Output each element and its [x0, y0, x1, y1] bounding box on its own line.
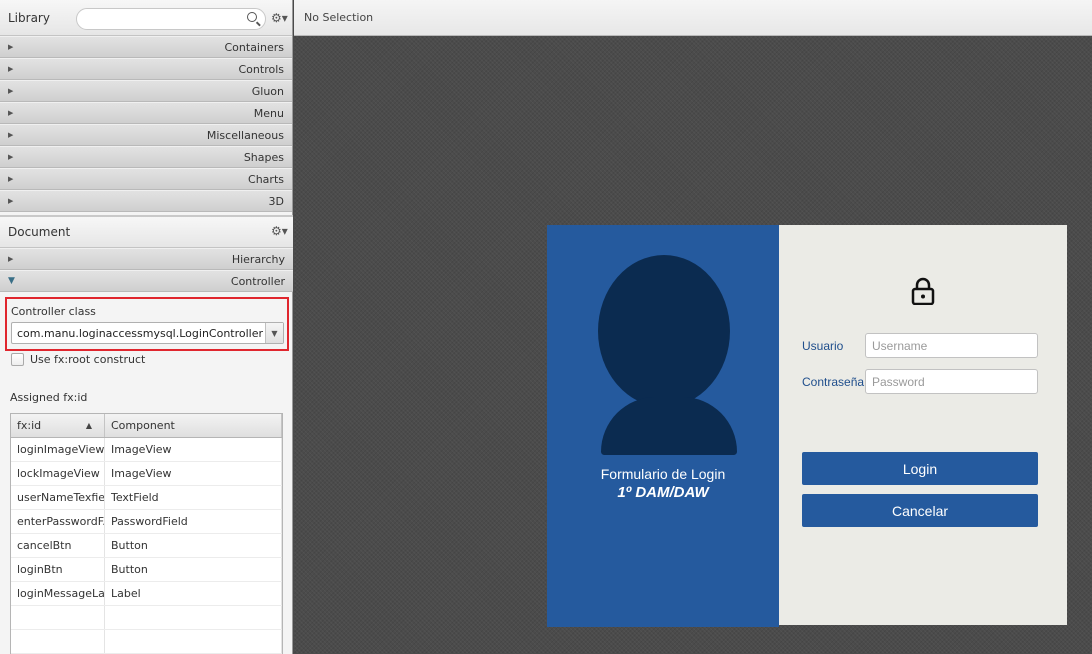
assigned-fxid-label: Assigned fx:id: [10, 391, 88, 404]
form-right-panel[interactable]: Usuario Username Contraseña Password Log…: [779, 225, 1067, 625]
library-gear-icon[interactable]: ⚙▾: [271, 11, 288, 25]
column-header-component[interactable]: Component: [105, 414, 282, 437]
expand-triangle-icon: ▶: [8, 255, 14, 263]
library-section-menu[interactable]: ▶ Menu: [0, 102, 292, 124]
chevron-down-icon[interactable]: ▼: [265, 323, 283, 343]
collapse-triangle-icon: ▼: [8, 276, 15, 286]
table-row[interactable]: cancelBtn Button: [11, 534, 282, 558]
fx-root-checkbox[interactable]: Use fx:root construct: [11, 353, 145, 366]
document-gear-icon[interactable]: ⚙▾: [271, 224, 288, 238]
expand-triangle-icon: ▶: [8, 197, 14, 205]
fxid-table: fx:id ▲ Component loginImageView ImageVie…: [10, 413, 283, 654]
sort-ascending-icon: ▲: [85, 421, 92, 430]
table-row[interactable]: userNameTexfieldTextField: [11, 486, 282, 510]
controller-class-combobox[interactable]: com.manu.loginaccessmysql.LoginControlle…: [11, 322, 284, 344]
document-header: Document: [0, 215, 293, 248]
form-left-panel[interactable]: Formulario de Login 1º DAM/DAW: [547, 225, 779, 627]
expand-triangle-icon: ▶: [8, 153, 14, 161]
controller-class-value[interactable]: com.manu.loginaccessmysql.LoginControlle…: [12, 323, 265, 343]
expand-triangle-icon: ▶: [8, 131, 14, 139]
username-input[interactable]: Username: [865, 333, 1038, 358]
username-label: Usuario: [802, 339, 844, 353]
library-search-input[interactable]: [76, 8, 266, 30]
table-header: fx:id ▲ Component: [11, 414, 282, 438]
library-section-3d[interactable]: ▶ 3D: [0, 190, 292, 212]
component-cell: ImageView: [105, 438, 282, 461]
fxid-cell: cancelBtn: [11, 534, 105, 557]
login-form-preview[interactable]: Formulario de Login 1º DAM/DAW Usuario U…: [547, 225, 1067, 627]
document-section-controller[interactable]: ▼ Controller: [0, 270, 293, 292]
expand-triangle-icon: ▶: [8, 175, 14, 183]
table-row[interactable]: lockImageView ImageView: [11, 462, 282, 486]
table-row[interactable]: loginMessageLa...Label: [11, 582, 282, 606]
user-avatar-icon[interactable]: [598, 255, 730, 407]
user-avatar-body: [601, 397, 737, 455]
selection-status: No Selection: [304, 11, 374, 24]
form-title[interactable]: Formulario de Login: [547, 466, 779, 482]
selection-bar: No Selection: [294, 0, 1092, 36]
form-subtitle[interactable]: 1º DAM/DAW: [547, 484, 779, 501]
fxid-cell: lockImageView: [11, 462, 105, 485]
table-row[interactable]: loginImageView ImageView: [11, 438, 282, 462]
table-row-empty: [11, 630, 282, 654]
password-label: Contraseña: [802, 375, 865, 389]
component-cell: TextField: [105, 486, 282, 509]
left-panel: Library ⚙▾ ▶ Containers ▶ Controls ▶ Gluon …: [0, 0, 293, 654]
component-cell: Label: [105, 582, 282, 605]
component-cell: Button: [105, 558, 282, 581]
library-section-gluon[interactable]: ▶ Gluon: [0, 80, 292, 102]
table-row[interactable]: enterPasswordF... PasswordField: [11, 510, 282, 534]
library-section-charts[interactable]: ▶ Charts: [0, 168, 292, 190]
controller-class-label: Controller class: [11, 305, 96, 318]
library-section-miscellaneous[interactable]: ▶ Miscellaneous: [0, 124, 292, 146]
expand-triangle-icon: ▶: [8, 109, 14, 117]
fxid-cell: loginImageView: [11, 438, 105, 461]
fxid-cell: loginMessageLa...: [11, 582, 105, 605]
library-sections: ▶ Containers ▶ Controls ▶ Gluon ▶ Menu ▶ Misc…: [0, 36, 292, 212]
fxid-cell: enterPasswordF...: [11, 510, 105, 533]
cancel-button[interactable]: Cancelar: [802, 494, 1038, 527]
component-cell: ImageView: [105, 462, 282, 485]
component-cell: PasswordField: [105, 510, 282, 533]
expand-triangle-icon: ▶: [8, 87, 14, 95]
search-icon: [247, 12, 257, 22]
fxid-cell: userNameTexfield: [11, 486, 105, 509]
expand-triangle-icon: ▶: [8, 43, 14, 51]
component-cell: Button: [105, 534, 282, 557]
library-title: Library: [8, 10, 50, 25]
fx-root-label: Use fx:root construct: [30, 353, 146, 366]
fxid-cell: loginBtn: [11, 558, 105, 581]
document-panel: Document ⚙▾ ▶ Hierarchy ▼ Controller: [0, 215, 293, 292]
editor-area[interactable]: No Selection Formulario de Login 1º DAM/…: [294, 0, 1092, 654]
library-section-containers[interactable]: ▶ Containers: [0, 36, 292, 58]
password-input[interactable]: Password: [865, 369, 1038, 394]
library-section-controls[interactable]: ▶ Controls: [0, 58, 292, 80]
checkbox-box[interactable]: [11, 353, 24, 366]
login-button[interactable]: Login: [802, 452, 1038, 485]
document-section-hierarchy[interactable]: ▶ Hierarchy: [0, 248, 293, 270]
table-row-empty: [11, 606, 282, 630]
column-header-fxid[interactable]: fx:id ▲: [11, 414, 105, 437]
lock-icon[interactable]: [911, 277, 935, 305]
table-row[interactable]: loginBtn Button: [11, 558, 282, 582]
document-title: Document: [8, 225, 71, 239]
library-section-shapes[interactable]: ▶ Shapes: [0, 146, 292, 168]
expand-triangle-icon: ▶: [8, 65, 14, 73]
